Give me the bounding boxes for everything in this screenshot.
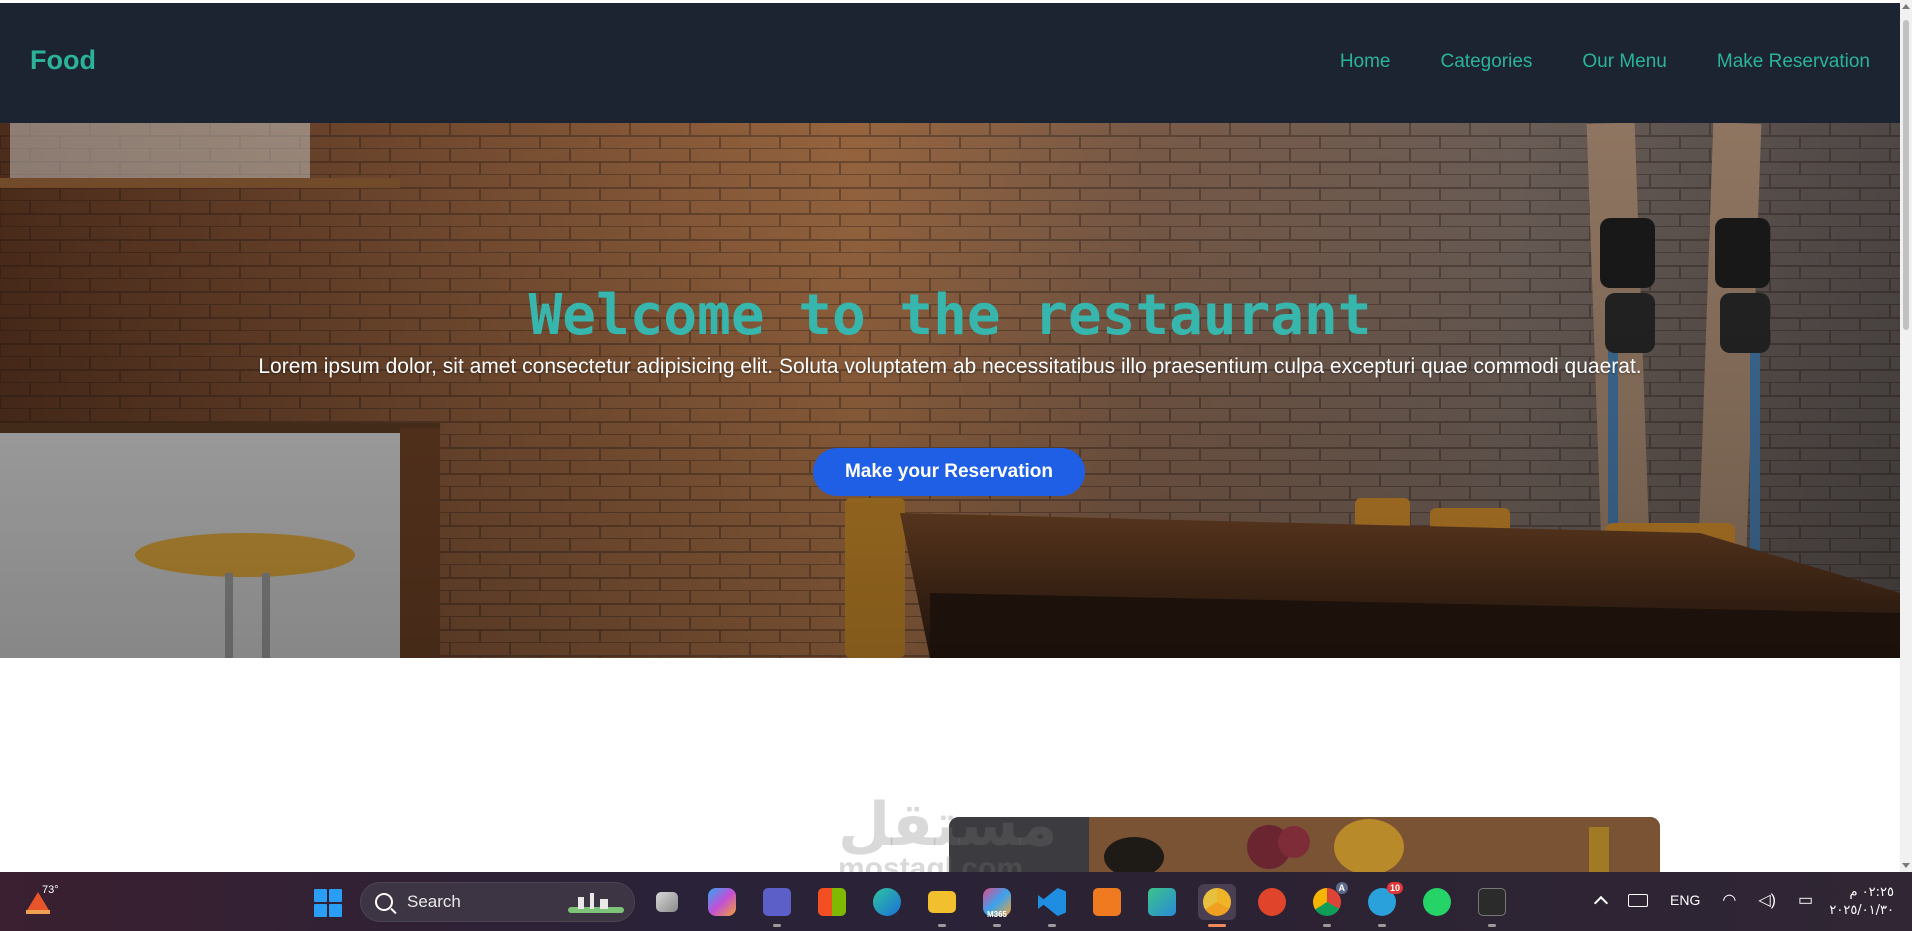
chrome-profile-badge: A	[1335, 882, 1348, 894]
nav-link-our-menu[interactable]: Our Menu	[1582, 51, 1666, 73]
system-tray: ENG ◠ ◁) ▭	[1593, 890, 1813, 911]
taskbar-apps: M365 A 10	[648, 882, 1511, 927]
navbar: Food Home Categories Our Menu Make Reser…	[0, 3, 1900, 123]
brand-logo[interactable]: Food	[30, 45, 96, 76]
telegram-unread-badge: 10	[1386, 882, 1403, 894]
scroll-down-arrow[interactable]	[1902, 863, 1910, 868]
nav-link-home[interactable]: Home	[1340, 51, 1391, 73]
scroll-up-arrow[interactable]	[1902, 4, 1910, 9]
telegram-icon[interactable]: 10	[1363, 882, 1403, 927]
copilot-icon[interactable]	[703, 884, 741, 920]
teams-icon[interactable]	[758, 884, 796, 927]
file-explorer-icon[interactable]	[923, 884, 961, 927]
vscode-icon[interactable]	[1033, 884, 1071, 927]
clock-date: ٢٠٢٥/٠١/٣٠	[1829, 903, 1894, 918]
start-button[interactable]	[314, 889, 342, 917]
input-language[interactable]: ENG	[1670, 892, 1700, 908]
m365-icon[interactable]: M365	[978, 884, 1016, 927]
hero-section: Welcome to the restaurant Lorem ipsum do…	[0, 123, 1900, 658]
search-label: Search	[407, 892, 461, 911]
search-icon	[375, 893, 393, 911]
nav-links: Home Categories Our Menu Make Reservatio…	[1340, 51, 1870, 73]
hero-background-image	[0, 123, 1900, 658]
brave-icon[interactable]	[1253, 884, 1291, 920]
battery-icon[interactable]: ▭	[1798, 890, 1813, 910]
clock-time: ٠٢:٢٥ م	[1849, 885, 1895, 900]
start-tile	[314, 904, 327, 917]
start-tile	[329, 889, 342, 902]
keyboard-icon[interactable]	[1628, 893, 1648, 907]
watermark-arabic: مستقل	[838, 790, 1058, 860]
task-view-icon[interactable]	[648, 884, 686, 920]
taskbar-search[interactable]: Search	[360, 882, 635, 922]
show-hidden-icons-icon[interactable]	[1593, 895, 1609, 911]
edge-icon[interactable]	[868, 884, 906, 920]
terminal-icon[interactable]	[1473, 884, 1511, 927]
xampp-icon[interactable]	[1088, 884, 1126, 920]
make-reservation-button[interactable]: Make your Reservation	[813, 448, 1085, 496]
store-icon[interactable]	[813, 884, 851, 920]
app-green-icon[interactable]	[1143, 884, 1181, 920]
weather-widget[interactable]: 73°	[22, 884, 62, 920]
scrollbar-thumb[interactable]	[1903, 20, 1909, 330]
whatsapp-icon[interactable]	[1418, 884, 1456, 920]
chrome-icon[interactable]: A	[1308, 882, 1348, 927]
weather-temp: 73°	[42, 884, 59, 896]
nav-link-categories[interactable]: Categories	[1441, 51, 1533, 73]
search-highlight-icon	[568, 893, 624, 913]
start-tile	[314, 889, 327, 902]
chrome-canary-icon[interactable]	[1198, 884, 1236, 927]
volume-icon[interactable]: ◁)	[1758, 890, 1776, 910]
taskbar-clock[interactable]: ٠٢:٢٥ م ٢٠٢٥/٠١/٣٠	[1829, 884, 1894, 920]
start-tile	[329, 904, 342, 917]
hero-title: Welcome to the restaurant	[528, 283, 1372, 348]
hero-subtitle: Lorem ipsum dolor, sit amet consectetur …	[258, 355, 1642, 378]
windows-taskbar: 73° Search M365 A 10 ENG ◠ ◁) ▭ ٠٢:٢٥ م …	[0, 872, 1912, 931]
wifi-icon[interactable]: ◠	[1722, 890, 1736, 910]
m365-label: M365	[986, 910, 1007, 919]
page-scrollbar[interactable]	[1900, 0, 1912, 872]
nav-link-make-reservation[interactable]: Make Reservation	[1717, 51, 1870, 73]
